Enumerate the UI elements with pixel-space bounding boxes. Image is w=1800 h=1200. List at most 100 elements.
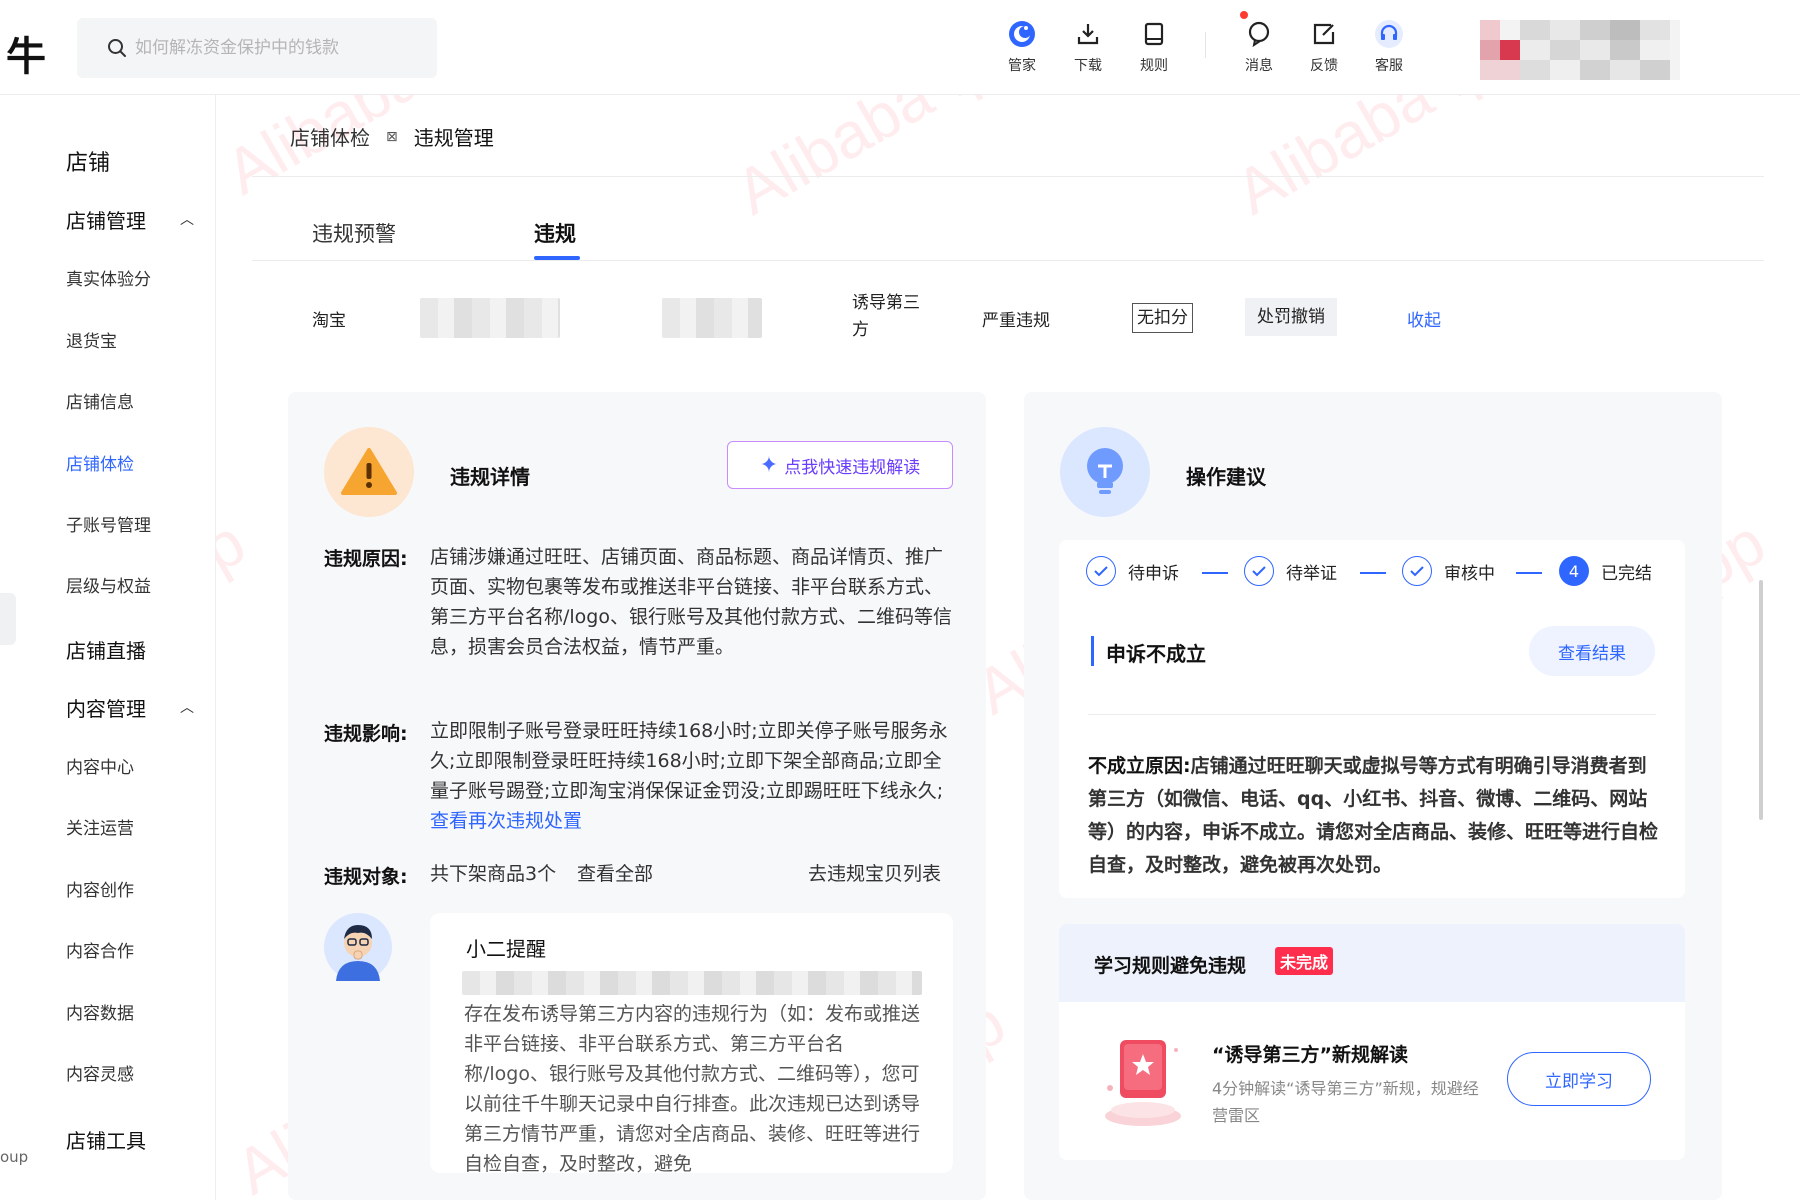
tab-violation-warning[interactable]: 违规预警 <box>312 218 396 248</box>
sidebar-item-content-cooperation[interactable]: 内容合作 <box>66 937 134 962</box>
sidebar-scroll-handle[interactable] <box>0 593 16 645</box>
toolbar-download-label: 下载 <box>1074 58 1102 74</box>
check-icon <box>1244 556 1274 586</box>
learn-rules-title: 学习规则避免违规 <box>1094 955 1247 977</box>
sidebar-item-experience-score[interactable]: 真实体验分 <box>66 265 151 290</box>
sidebar-item-content-creation[interactable]: 内容创作 <box>66 876 134 901</box>
toolbar-download[interactable]: 下载 <box>1060 16 1116 75</box>
toolbar-rules[interactable]: 规则 <box>1126 16 1182 75</box>
rejection-reason: 不成立原因:店铺通过旺旺聊天或虚拟号等方式有明确引导消费者到第三方（如微信、电话… <box>1088 750 1663 882</box>
rejection-reason-label: 不成立原因: <box>1088 755 1191 777</box>
impact-text: 立即限制子账号登录旺旺持续168小时;立即关停子账号服务永久;立即限制登录旺旺持… <box>430 720 948 802</box>
violation-severity: 严重违规 <box>982 311 1050 331</box>
toolbar-divider <box>1205 32 1206 58</box>
start-learning-button[interactable]: 立即学习 <box>1507 1052 1651 1106</box>
sidebar-group-store-tools[interactable]: 店铺工具 <box>66 1125 146 1154</box>
appeal-result-title: 申诉不成立 <box>1106 642 1206 666</box>
sidebar-item-sub-accounts[interactable]: 子账号管理 <box>66 511 151 536</box>
course-description: 4分钟解读“诱导第三方”新规，规避经营雷区 <box>1212 1079 1479 1125</box>
operation-advice-title: 操作建议 <box>1186 465 1266 489</box>
toolbar-message[interactable]: 消息 <box>1231 16 1287 75</box>
download-icon <box>1077 24 1099 45</box>
step-label: 待举证 <box>1286 563 1337 584</box>
header-divider <box>252 176 1764 177</box>
sidebar-item-follow-ops[interactable]: 关注运营 <box>66 814 134 839</box>
view-result-button[interactable]: 查看结果 <box>1529 626 1655 676</box>
app-logo[interactable]: 牛 <box>6 24 46 82</box>
result-accent-bar <box>1091 636 1094 666</box>
search-input[interactable] <box>135 38 425 58</box>
toolbar-feedback[interactable]: 反馈 <box>1296 16 1352 75</box>
object-text: 共下架商品3个 <box>430 863 557 885</box>
reason-label: 违规原因: <box>324 548 408 570</box>
view-all-link[interactable]: 查看全部 <box>577 859 653 889</box>
message-icon <box>1248 21 1270 48</box>
step-pending-evidence: 待举证 <box>1244 556 1337 586</box>
breadcrumb: 店铺体检 ⊠ 违规管理 <box>290 122 494 151</box>
toolbar-rules-label: 规则 <box>1140 58 1168 74</box>
butler-icon <box>1009 21 1035 47</box>
toolbar-customer-service[interactable]: 客服 <box>1361 16 1417 75</box>
toolbar-customer-service-label: 客服 <box>1375 58 1403 74</box>
tabs-divider <box>252 260 1764 261</box>
learn-rules-header: 学习规则避免违规 未完成 <box>1059 924 1685 1002</box>
check-icon <box>1086 556 1116 586</box>
toolbar-message-label: 消息 <box>1245 58 1273 74</box>
chevron-up-icon[interactable]: ︿ <box>180 209 194 229</box>
ai-quick-interpret-button[interactable]: ✦ 点我快速违规解读 <box>727 441 953 489</box>
sidebar-truncated-text: oup <box>0 1148 29 1166</box>
step-completed: 4 已完结 <box>1559 556 1652 586</box>
account-avatar-pixelated[interactable] <box>1480 20 1680 80</box>
chevron-up-icon[interactable]: ︿ <box>180 697 194 717</box>
impact-label: 违规影响: <box>324 723 408 745</box>
breadcrumb-current: 违规管理 <box>413 126 494 150</box>
deduction-tag: 无扣分 <box>1132 303 1193 333</box>
step-pending-appeal: 待申诉 <box>1086 556 1179 586</box>
sidebar-item-content-center[interactable]: 内容中心 <box>66 753 134 778</box>
redacted-field <box>662 298 762 338</box>
result-divider <box>1088 714 1656 715</box>
search-box[interactable] <box>77 18 437 78</box>
tab-violation[interactable]: 违规 <box>534 218 576 248</box>
reason-text: 店铺涉嫌通过旺旺、店铺页面、商品标题、商品详情页、推广页面、实物包裹等发布或推送… <box>430 546 952 658</box>
view-repeat-violation-link[interactable]: 查看再次违规处置 <box>430 810 582 832</box>
toolbar-butler-label: 管家 <box>1008 58 1036 74</box>
staff-reminder-card: 小二提醒 存在发布诱导第三方内容的违规行为（如：发布或推送非平台链接、非平台联系… <box>430 913 953 1173</box>
reminder-title: 小二提醒 <box>466 937 546 961</box>
ai-quick-interpret-label: 点我快速违规解读 <box>784 457 921 478</box>
sidebar-group-store-management[interactable]: 店铺管理 <box>66 205 146 234</box>
toolbar-butler[interactable]: 管家 <box>994 16 1050 75</box>
object-label: 违规对象: <box>324 866 408 888</box>
rules-book-icon <box>1144 22 1164 46</box>
violating-items-list-link[interactable]: 去违规宝贝列表 <box>808 859 941 889</box>
warning-icon <box>324 427 414 517</box>
sidebar-item-content-data[interactable]: 内容数据 <box>66 999 134 1024</box>
breadcrumb-separator-icon: ⊠ <box>386 128 398 145</box>
violation-type: 诱导第三方 <box>852 293 920 340</box>
redacted-line <box>462 971 922 995</box>
impact-block: 立即限制子账号登录旺旺持续168小时;立即关停子账号服务永久;立即限制登录旺旺持… <box>430 716 953 836</box>
lightbulb-icon <box>1060 427 1150 517</box>
step-connector <box>1360 572 1386 574</box>
redacted-field <box>420 298 560 338</box>
collapse-link[interactable]: 收起 <box>1407 306 1441 331</box>
sidebar-item-return-insurance[interactable]: 退货宝 <box>66 327 117 352</box>
step-label: 待申诉 <box>1128 563 1179 584</box>
course-title[interactable]: “诱导第三方”新规解读 <box>1212 1040 1408 1067</box>
incomplete-badge: 未完成 <box>1275 947 1334 975</box>
top-bar: 牛 管家 下载 规则 消息 反馈 客服 <box>0 0 1800 95</box>
sidebar-group-store-live[interactable]: 店铺直播 <box>66 635 146 664</box>
violation-detail-title: 违规详情 <box>450 465 530 489</box>
toolbar-feedback-label: 反馈 <box>1310 58 1338 74</box>
sidebar-item-tiers-benefits[interactable]: 层级与权益 <box>66 572 151 597</box>
sidebar-item-content-inspiration[interactable]: 内容灵感 <box>66 1060 134 1085</box>
sidebar-group-content-management[interactable]: 内容管理 <box>66 693 146 722</box>
customer-service-icon <box>1375 20 1403 48</box>
violation-platform: 淘宝 <box>312 311 346 331</box>
search-icon <box>108 39 126 57</box>
breadcrumb-parent[interactable]: 店铺体检 <box>290 122 370 151</box>
sidebar-item-store-info[interactable]: 店铺信息 <box>66 388 134 413</box>
sidebar-item-store-checkup[interactable]: 店铺体检 <box>66 450 134 475</box>
step-connector <box>1516 572 1542 574</box>
main-scrollbar[interactable] <box>1759 580 1763 820</box>
